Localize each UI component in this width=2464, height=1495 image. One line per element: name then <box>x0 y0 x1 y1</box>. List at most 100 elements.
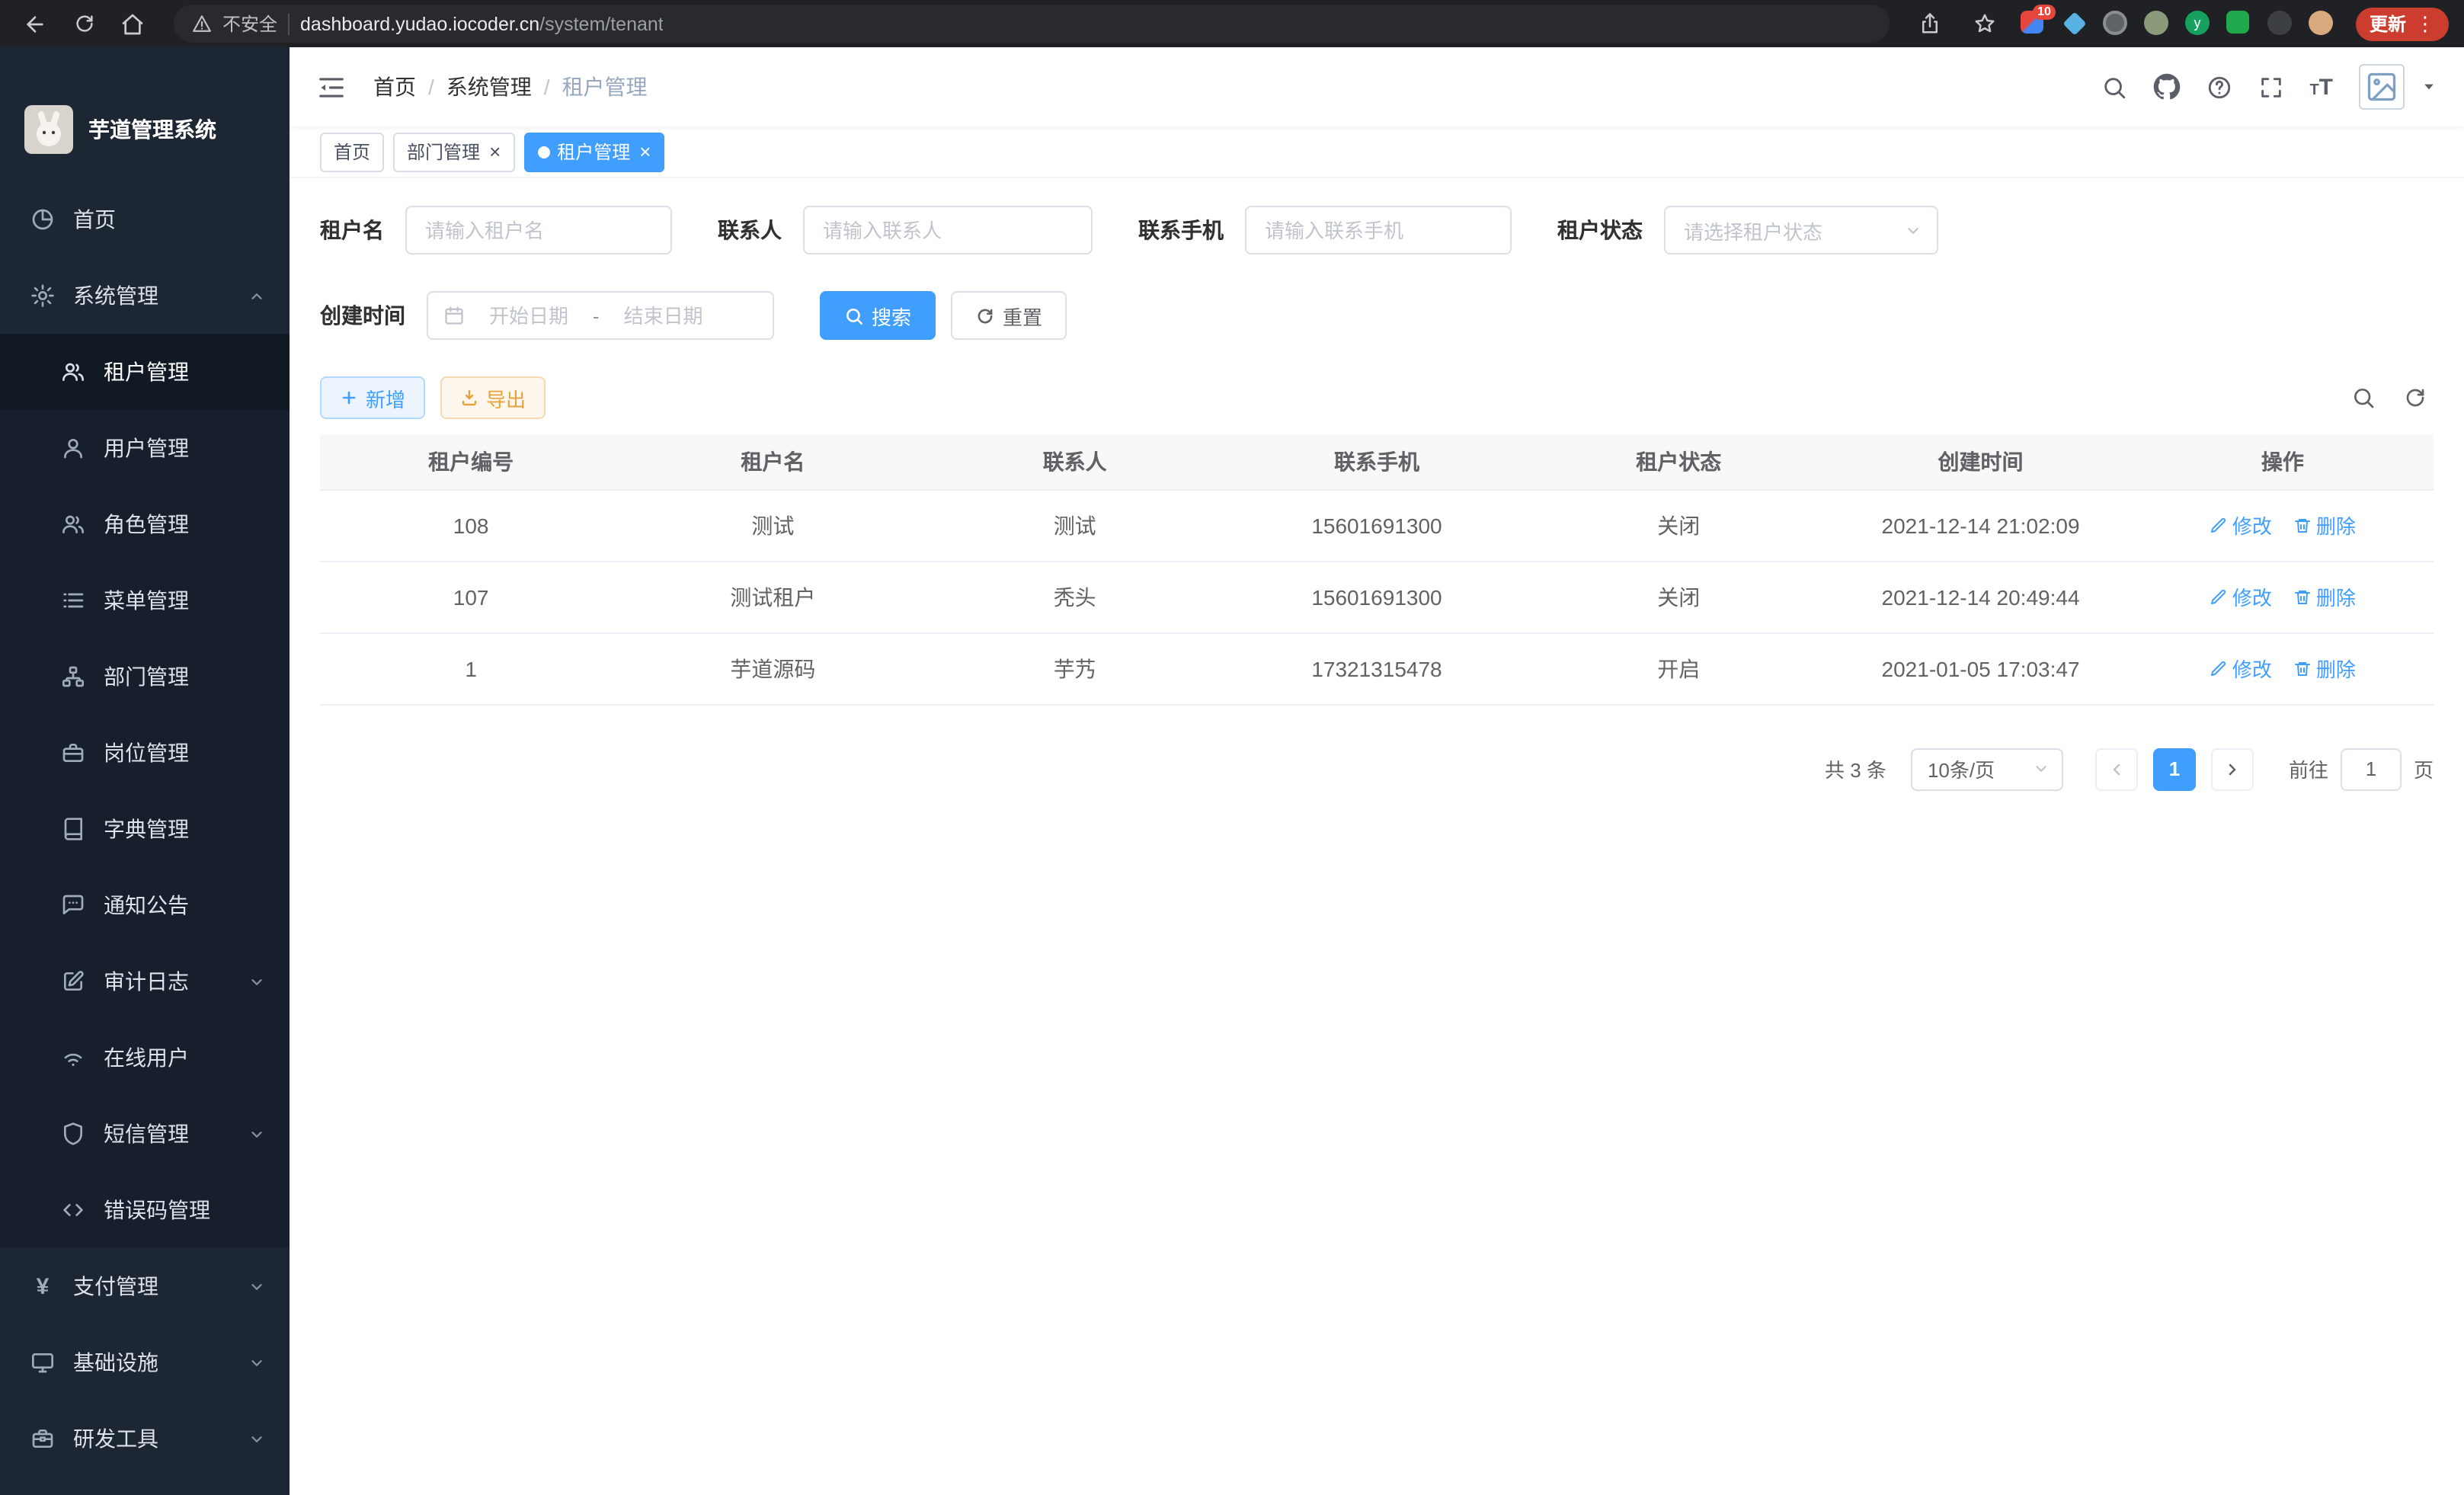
sidebar-item-label: 首页 <box>73 204 116 235</box>
sidebar-item-payment[interactable]: ¥ 支付管理 <box>0 1248 290 1324</box>
extension-icon[interactable]: 10 <box>2021 11 2046 37</box>
security-label[interactable]: 不安全 <box>222 11 277 37</box>
delete-link[interactable]: 删除 <box>2293 654 2356 683</box>
tab-tenant[interactable]: 租户管理 × <box>523 132 664 171</box>
font-size-icon[interactable]: TT <box>2309 75 2333 98</box>
breadcrumb-current: 租户管理 <box>562 72 648 102</box>
user-icon <box>61 436 85 460</box>
avatar[interactable] <box>2359 64 2405 110</box>
add-button[interactable]: 新增 <box>320 376 425 419</box>
reload-icon[interactable] <box>64 4 104 43</box>
extension-icon[interactable] <box>2144 11 2170 37</box>
column-header: 创建时间 <box>1829 434 2131 489</box>
page-size-select[interactable]: 10条/页 <box>1911 748 2063 790</box>
page-number-current[interactable]: 1 <box>2153 748 2196 790</box>
sidebar-item-online-users[interactable]: 在线用户 <box>0 1020 290 1096</box>
extension-icon[interactable] <box>2062 11 2088 37</box>
add-button-label: 新增 <box>366 383 405 412</box>
url-text: dashboard.yudao.iocoder.cn/system/tenant <box>300 13 664 34</box>
sidebar-submenu-system: 租户管理 用户管理 角色管理 <box>0 334 290 1248</box>
breadcrumb-item[interactable]: 系统管理 <box>446 72 532 102</box>
tab-home[interactable]: 首页 <box>320 132 384 171</box>
cell-status: 关闭 <box>1528 561 1829 632</box>
fullscreen-icon[interactable] <box>2258 74 2283 100</box>
sidebar-item-devtools[interactable]: 研发工具 <box>0 1401 290 1477</box>
sidebar-item-role[interactable]: 角色管理 <box>0 486 290 562</box>
toggle-search-icon[interactable] <box>2351 386 2376 410</box>
wifi-icon <box>61 1045 85 1070</box>
search-button[interactable]: 搜索 <box>820 291 936 340</box>
table-header-row: 租户编号 租户名 联系人 联系手机 租户状态 创建时间 操作 <box>320 434 2434 489</box>
sidebar-item-dept[interactable]: 部门管理 <box>0 639 290 715</box>
breadcrumb-item[interactable]: 首页 <box>373 72 416 102</box>
sidebar-item-notice[interactable]: 通知公告 <box>0 867 290 943</box>
reset-button[interactable]: 重置 <box>951 291 1067 340</box>
close-icon[interactable]: × <box>489 142 501 162</box>
table-row: 107 测试租户 秃头 15601691300 关闭 2021-12-14 20… <box>320 561 2434 632</box>
field-label: 创建时间 <box>320 300 405 331</box>
sidebar-item-home[interactable]: 首页 <box>0 181 290 258</box>
edit-link[interactable]: 修改 <box>2210 654 2272 683</box>
edit-link[interactable]: 修改 <box>2210 582 2272 611</box>
chevron-down-icon[interactable] <box>2421 79 2437 94</box>
sidebar-item-sms[interactable]: 短信管理 <box>0 1096 290 1172</box>
sidebar-item-infra[interactable]: 基础设施 <box>0 1324 290 1401</box>
start-date-input[interactable] <box>471 304 587 327</box>
edit-link-label: 修改 <box>2232 511 2272 539</box>
sidebar-item-label: 研发工具 <box>73 1423 158 1454</box>
search-icon[interactable] <box>2101 74 2126 100</box>
end-date-input[interactable] <box>606 304 722 327</box>
date-range-picker[interactable]: - <box>427 291 774 340</box>
home-icon[interactable] <box>113 4 152 43</box>
sidebar-item-dict[interactable]: 字典管理 <box>0 791 290 867</box>
sidebar-item-post[interactable]: 岗位管理 <box>0 715 290 791</box>
next-page-button[interactable] <box>2211 748 2254 790</box>
refresh-icon[interactable] <box>2403 386 2427 410</box>
help-icon[interactable] <box>2206 74 2232 100</box>
back-icon[interactable] <box>15 4 55 43</box>
share-icon[interactable] <box>1911 4 1950 43</box>
bookmark-star-icon[interactable] <box>1966 4 2005 43</box>
close-icon[interactable]: × <box>639 142 651 162</box>
filter-form-row-1: 租户名 联系人 联系手机 租户状态 请选择租户状态 <box>320 206 2434 255</box>
goto-page: 前往 页 <box>2289 748 2434 790</box>
sidebar-item-user[interactable]: 用户管理 <box>0 410 290 486</box>
delete-link[interactable]: 删除 <box>2293 511 2356 539</box>
sidebar-item-tenant[interactable]: 租户管理 <box>0 334 290 410</box>
chevron-down-icon <box>248 1125 265 1142</box>
update-button[interactable]: 更新 ⋮ <box>2356 7 2449 40</box>
logo-avatar <box>24 105 73 154</box>
delete-link-label: 删除 <box>2316 511 2356 539</box>
breadcrumb: 首页 / 系统管理 / 租户管理 <box>373 72 648 102</box>
menu-dots-icon[interactable]: ⋮ <box>2415 14 2435 34</box>
sidebar-item-label: 基础设施 <box>73 1347 158 1378</box>
tab-dept[interactable]: 部门管理 × <box>393 132 514 171</box>
extension-icon[interactable] <box>2226 11 2252 37</box>
goto-page-input[interactable] <box>2341 748 2402 790</box>
extension-icon[interactable] <box>2103 11 2129 37</box>
extension-icon[interactable] <box>2267 11 2293 37</box>
sidebar-item-system[interactable]: 系统管理 <box>0 258 290 334</box>
contact-input[interactable] <box>803 206 1093 255</box>
sidebar-item-audit-log[interactable]: 审计日志 <box>0 943 290 1020</box>
reset-button-label: 重置 <box>1003 301 1042 330</box>
extension-icon[interactable] <box>2309 11 2334 37</box>
chevron-down-icon <box>248 1354 265 1371</box>
phone-input[interactable] <box>1245 206 1512 255</box>
status-select[interactable]: 请选择租户状态 <box>1664 206 1938 255</box>
gear-icon <box>30 283 55 308</box>
sidebar-item-label: 部门管理 <box>104 661 189 692</box>
extension-icon[interactable]: y <box>2185 11 2211 37</box>
pagination: 共 3 条 10条/页 1 前往 <box>320 748 2434 790</box>
prev-page-button[interactable] <box>2095 748 2138 790</box>
sidebar-fold-icon[interactable] <box>311 66 352 107</box>
export-button[interactable]: 导出 <box>440 376 546 419</box>
sidebar-item-errorcode[interactable]: 错误码管理 <box>0 1172 290 1248</box>
sidebar-item-menu[interactable]: 菜单管理 <box>0 562 290 639</box>
delete-link[interactable]: 删除 <box>2293 582 2356 611</box>
github-icon[interactable] <box>2152 73 2180 101</box>
address-bar[interactable]: 不安全 dashboard.yudao.iocoder.cn/system/te… <box>174 5 1890 43</box>
tenant-name-input[interactable] <box>405 206 672 255</box>
divider <box>288 13 290 34</box>
edit-link[interactable]: 修改 <box>2210 511 2272 539</box>
